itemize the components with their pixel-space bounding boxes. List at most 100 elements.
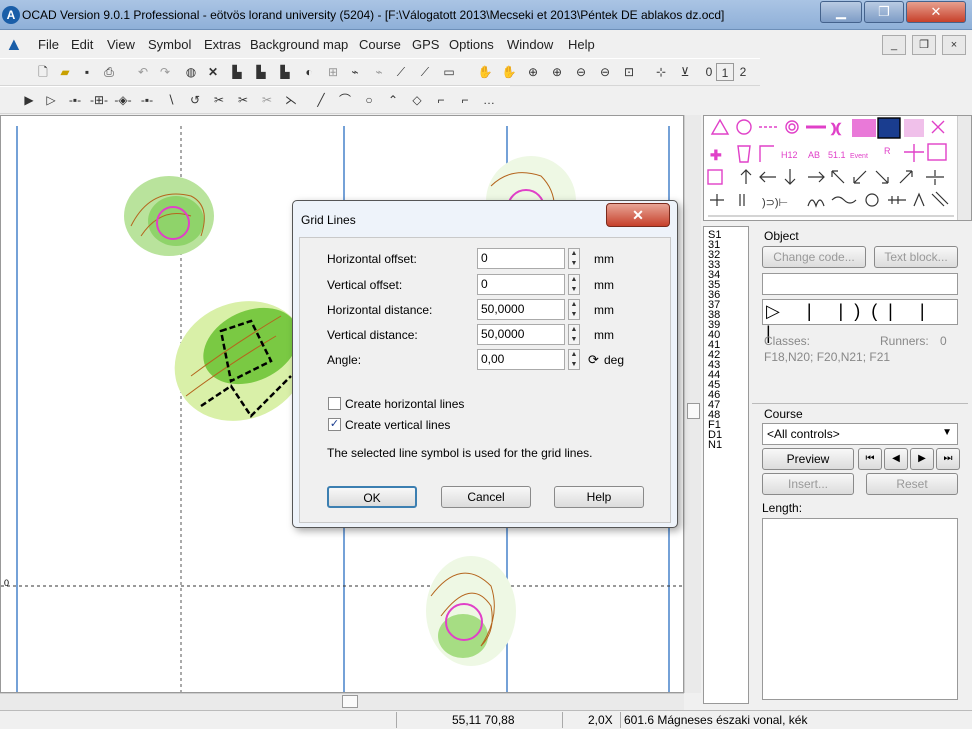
menu-window[interactable]: Window — [507, 37, 553, 52]
menu-background-map[interactable]: Background map — [250, 37, 348, 52]
menu-extras[interactable]: Extras — [204, 37, 241, 52]
undo-icon[interactable]: ↶ — [134, 63, 152, 81]
horizontal-offset-spinner[interactable]: ▲ ▼ — [568, 248, 580, 269]
select-icon[interactable]: ▶ — [20, 91, 38, 109]
hand-move-icon[interactable]: ✋ — [500, 63, 518, 81]
prev-icon[interactable]: ◀ — [884, 448, 908, 470]
tool-i-icon[interactable]: ⟋ — [416, 63, 434, 81]
reset-button[interactable]: Reset — [866, 473, 958, 495]
curve-icon[interactable]: ⌒ — [336, 91, 354, 109]
tool-c-icon[interactable]: ▙ — [276, 63, 294, 81]
change-code-button[interactable]: Change code... — [762, 246, 866, 268]
menu-edit[interactable]: Edit — [71, 37, 93, 52]
rectangle-icon[interactable]: ◇ — [408, 91, 426, 109]
ok-button[interactable]: OK — [327, 486, 417, 508]
vertical-offset-spinner[interactable]: ▲ ▼ — [568, 274, 580, 295]
zoom-out-alt-icon[interactable]: ⊖ — [596, 63, 614, 81]
tool-b-icon[interactable]: ▙ — [252, 63, 270, 81]
menu-gps[interactable]: GPS — [412, 37, 439, 52]
numeric-icon[interactable]: ⌐ — [456, 91, 474, 109]
tool-e-icon[interactable]: ⊞ — [324, 63, 342, 81]
horizontal-distance-input[interactable]: 50,0000 — [477, 299, 565, 320]
freehand-icon[interactable]: ⌃ — [384, 91, 402, 109]
create-vertical-checkbox[interactable]: ✓ — [328, 418, 341, 431]
dialog-close-button[interactable]: ✕ — [606, 203, 670, 227]
menu-symbol[interactable]: Symbol — [148, 37, 191, 52]
map-horizontal-scrollbar[interactable] — [0, 693, 684, 710]
horizontal-offset-input[interactable]: 0 — [477, 248, 565, 269]
view-2-button[interactable]: 2 — [734, 63, 752, 81]
circle-icon[interactable]: ○ — [360, 91, 378, 109]
symbol-box-scrollbar[interactable] — [957, 116, 971, 220]
add-vertex-icon[interactable]: -⊞- — [90, 91, 108, 109]
zoom-out-icon[interactable]: ⊖ — [572, 63, 590, 81]
last-icon[interactable]: ⏭ — [936, 448, 960, 470]
vertical-offset-input[interactable]: 0 — [477, 274, 565, 295]
scissors-disabled-icon[interactable]: ✂ — [258, 91, 276, 109]
print-icon[interactable]: ⎙ — [100, 63, 118, 81]
menu-options[interactable]: Options — [449, 37, 494, 52]
snap-icon[interactable]: ⊻ — [676, 63, 694, 81]
angle-spinner[interactable]: ▲ ▼ — [568, 349, 580, 370]
tool-g-icon[interactable]: ⌁ — [370, 63, 388, 81]
menu-course[interactable]: Course — [359, 37, 401, 52]
menu-help[interactable]: Help — [568, 37, 595, 52]
cancel-button[interactable]: Cancel — [441, 486, 531, 508]
angle-input[interactable]: 0,00 — [477, 349, 565, 370]
select-point-icon[interactable]: ▷ — [42, 91, 60, 109]
tool-d-icon[interactable]: ◐ — [300, 63, 318, 81]
corner-vertex-icon[interactable]: -◈- — [114, 91, 132, 109]
scissors-icon[interactable]: ✂ — [210, 91, 228, 109]
insert-button[interactable]: Insert... — [762, 473, 854, 495]
menu-view[interactable]: View — [107, 37, 135, 52]
more-icon[interactable]: … — [480, 91, 498, 109]
straight-line-icon[interactable]: ╱ — [312, 91, 330, 109]
map-vertical-scrollbar[interactable] — [684, 115, 701, 693]
grid-icon[interactable]: ⊹ — [652, 63, 670, 81]
join-icon[interactable]: ⋋ — [282, 91, 300, 109]
first-icon[interactable]: ⏮ — [858, 448, 882, 470]
close-window-button[interactable]: ✕ — [906, 1, 966, 23]
delete-icon[interactable]: ✕ — [204, 63, 222, 81]
mdi-minimize-button[interactable]: _ — [882, 35, 906, 55]
minimize-button[interactable]: ▁ — [820, 1, 862, 23]
scissors-alt-icon[interactable]: ✂ — [234, 91, 252, 109]
vertical-scroll-thumb[interactable] — [687, 403, 700, 419]
save-icon[interactable]: ▪ — [78, 63, 96, 81]
new-file-icon[interactable]: 🗋 — [34, 63, 52, 81]
symbol-box[interactable]: )( ✚ H12 AB 51.1 Event R)⊃)⊢ — [703, 115, 972, 221]
preview-button[interactable]: Preview — [762, 448, 854, 470]
vertical-distance-spinner[interactable]: ▲ ▼ — [568, 324, 580, 345]
mdi-close-button[interactable]: × — [942, 35, 966, 55]
maximize-button[interactable]: ❐ — [864, 1, 904, 23]
length-textarea[interactable] — [762, 518, 958, 700]
next-icon[interactable]: ▶ — [910, 448, 934, 470]
horizontal-scroll-thumb[interactable] — [342, 695, 358, 708]
cut-line-icon[interactable]: ∖ — [162, 91, 180, 109]
redo-icon[interactable]: ↷ — [156, 63, 174, 81]
vertical-distance-input[interactable]: 50,0000 — [477, 324, 565, 345]
text-block-button[interactable]: Text block... — [874, 246, 958, 268]
control-list[interactable]: S1 31 32 33 34 35 36 37 38 39 40 41 42 43 44 45 46 47 48 F1… — [703, 226, 749, 704]
open-folder-icon[interactable]: ▰ — [56, 63, 74, 81]
object-code-field[interactable] — [762, 273, 958, 295]
hand-icon[interactable]: ✋ — [476, 63, 494, 81]
tool-a-icon[interactable]: ▙ — [228, 63, 246, 81]
zoom-in-alt-icon[interactable]: ⊕ — [548, 63, 566, 81]
tool-f-icon[interactable]: ⌁ — [346, 63, 364, 81]
delete-vertex-icon[interactable]: -▪- — [138, 91, 156, 109]
mdi-restore-button[interactable]: ❐ — [912, 35, 936, 55]
rotate-icon[interactable]: ↺ — [186, 91, 204, 109]
edit-object-icon[interactable]: -▪- — [66, 91, 84, 109]
find-icon[interactable]: ◍ — [182, 63, 200, 81]
zoom-in-icon[interactable]: ⊕ — [524, 63, 542, 81]
zoom-fit-icon[interactable]: ⊡ — [620, 63, 638, 81]
course-select[interactable]: <All controls> ▼ — [762, 423, 958, 445]
create-horizontal-checkbox[interactable] — [328, 397, 341, 410]
view-1-button[interactable]: 1 — [716, 63, 734, 81]
help-button[interactable]: Help — [554, 486, 644, 508]
control-list-item[interactable]: N1 — [704, 440, 748, 451]
menu-file[interactable]: File — [38, 37, 59, 52]
tool-j-icon[interactable]: ▭ — [440, 63, 458, 81]
horizontal-distance-spinner[interactable]: ▲ ▼ — [568, 299, 580, 320]
